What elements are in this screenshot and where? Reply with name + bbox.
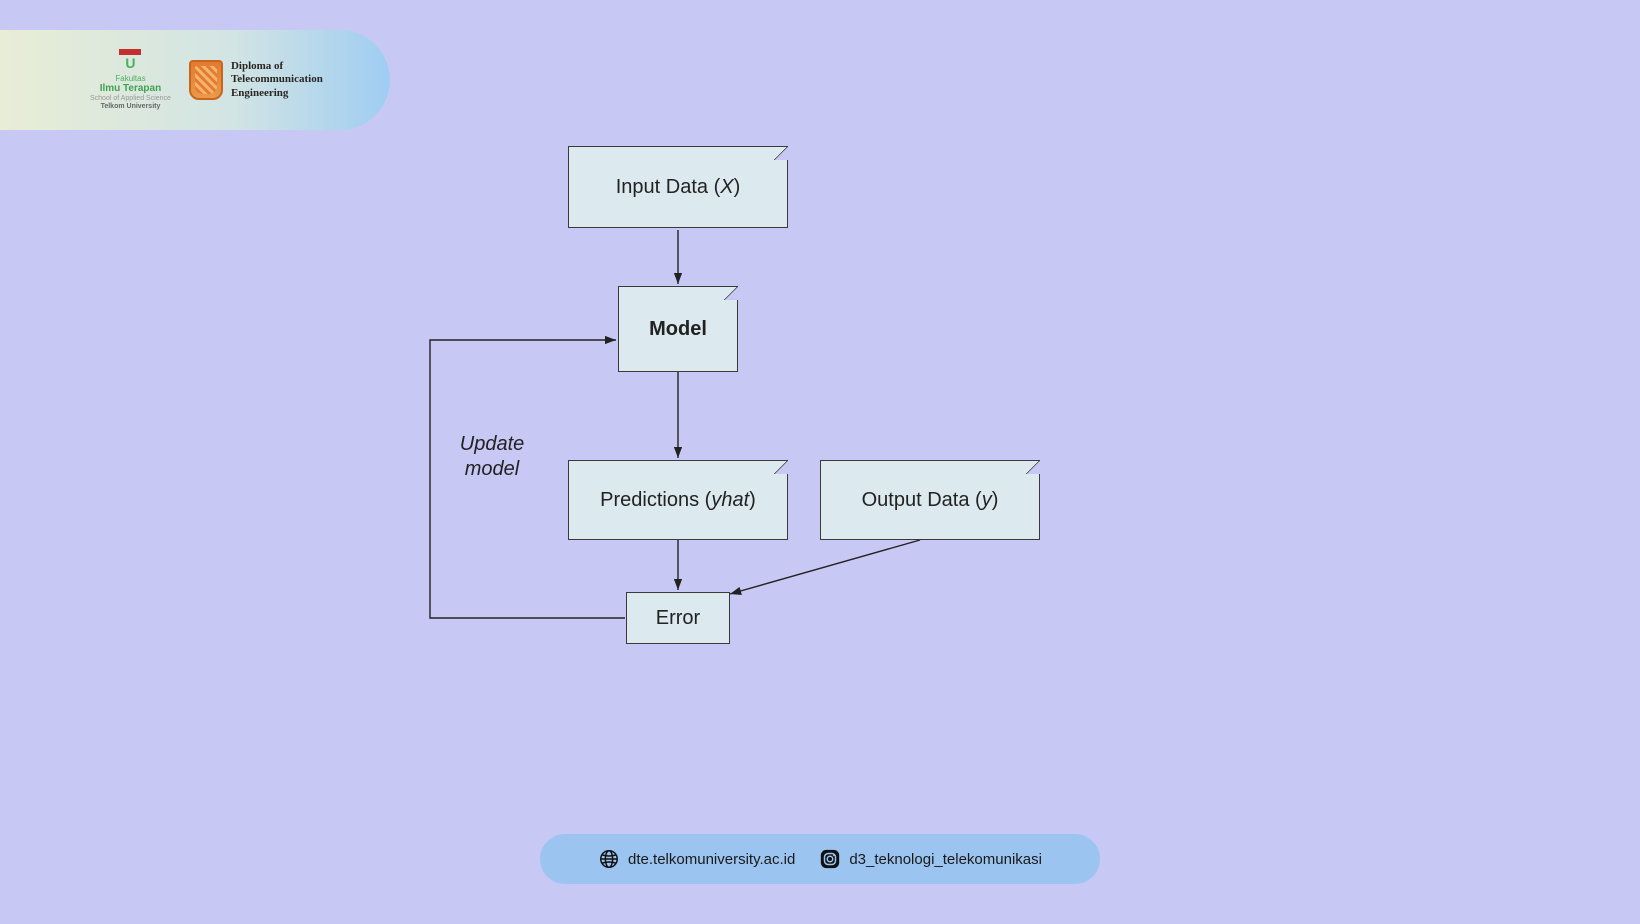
node-output-var: y [982,489,992,511]
telkom-u-icon [119,49,141,71]
node-output-data: Output Data (y) [820,460,1040,540]
node-error: Error [626,592,730,644]
footer-website: dte.telkomuniversity.ac.id [598,848,795,870]
node-predictions-label-b: ) [749,489,756,511]
annotation-line2: model [432,457,552,482]
faculty-line3: School of Applied Science [90,95,171,103]
faculty-line4: Telkom University [101,103,161,111]
node-predictions-label-a: Predictions ( [600,489,711,511]
faculty-line2: Ilmu Terapan [100,83,162,95]
node-model: Model [618,286,738,372]
globe-icon [598,848,620,870]
footer-instagram-text: d3_teknologi_telekomunikasi [849,851,1042,868]
flow-diagram: Input Data (X) Model Predictions (yhat) … [420,140,1060,660]
node-input-data: Input Data (X) [568,146,788,228]
node-input-label-a: Input Data ( [616,176,721,198]
dept-line1: Diploma of [231,60,323,73]
shield-icon [189,60,223,100]
department-text: Diploma of Telecommunication Engineering [231,60,323,100]
faculty-line1: Fakultas [115,74,145,83]
footer-website-text: dte.telkomuniversity.ac.id [628,851,795,868]
dept-line2: Telecommunication [231,73,323,86]
annotation-line1: Update [432,432,552,457]
footer-pill: dte.telkomuniversity.ac.id d3_teknologi_… [540,834,1100,884]
node-output-label-b: ) [992,489,999,511]
node-input-var: X [720,176,733,198]
header-logo-pill: Fakultas Ilmu Terapan School of Applied … [0,30,390,130]
dept-line3: Engineering [231,87,323,100]
department-logo: Diploma of Telecommunication Engineering [189,60,323,100]
node-predictions: Predictions (yhat) [568,460,788,540]
node-predictions-var: yhat [711,489,749,511]
faculty-logo: Fakultas Ilmu Terapan School of Applied … [90,49,171,111]
instagram-icon [819,848,841,870]
node-output-label-a: Output Data ( [862,489,982,511]
node-input-label-b: ) [734,176,741,198]
annotation-update-model: Update model [432,432,552,482]
footer-instagram: d3_teknologi_telekomunikasi [819,848,1042,870]
